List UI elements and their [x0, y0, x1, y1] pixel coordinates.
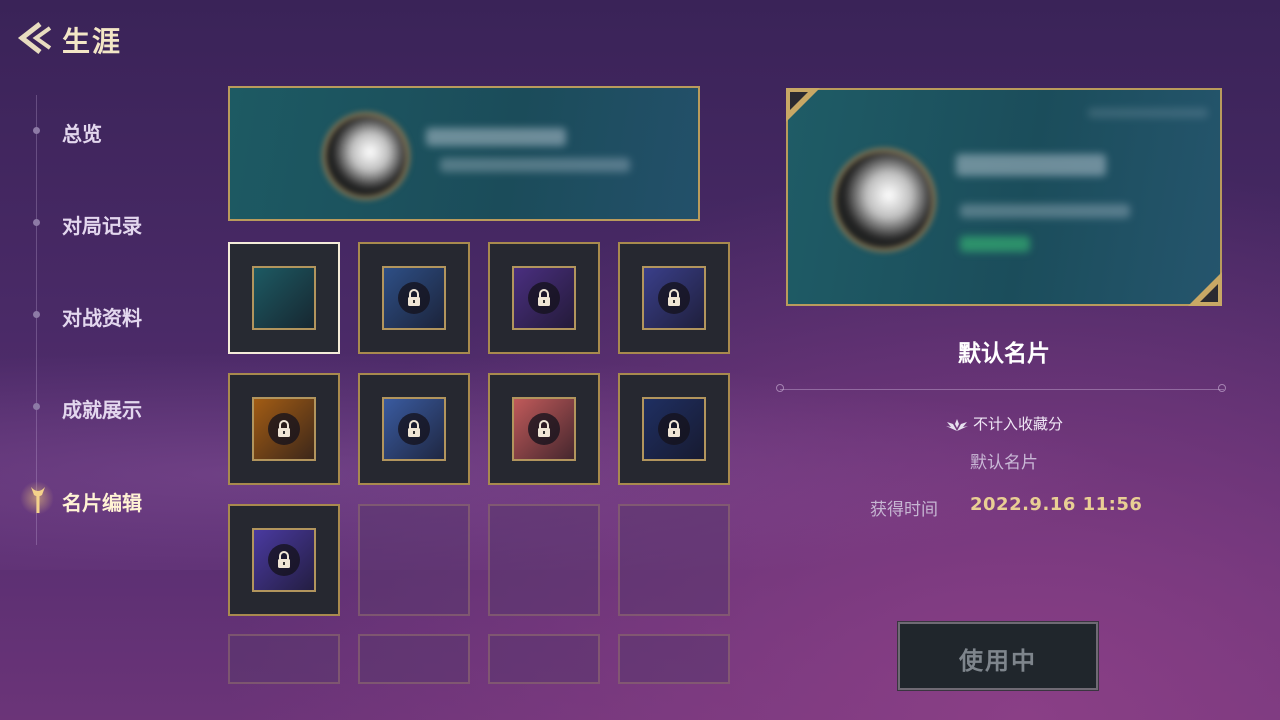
- blurred-name: [426, 128, 566, 146]
- sidebar-item-label: 对局记录: [62, 214, 142, 238]
- sidebar-item-card-edit[interactable]: 名片编辑: [20, 481, 196, 521]
- lock-icon: [268, 413, 300, 445]
- lock-icon: [528, 413, 560, 445]
- nav-dot-icon: [33, 219, 40, 226]
- card-slot[interactable]: [488, 242, 600, 354]
- nav-dot-icon: [33, 403, 40, 410]
- card-slot[interactable]: [228, 373, 340, 485]
- card-slot[interactable]: [618, 373, 730, 485]
- collection-note-text: 不计入收藏分: [972, 415, 1063, 433]
- back-button[interactable]: [14, 18, 54, 58]
- nav-dot-icon: [33, 311, 40, 318]
- avatar: [322, 112, 410, 200]
- lock-icon: [658, 413, 690, 445]
- sidebar-item-label: 对战资料: [62, 306, 142, 330]
- card-thumbnail: [252, 266, 316, 330]
- blurred-info: [960, 204, 1130, 218]
- avatar: [832, 148, 936, 252]
- lock-icon: [398, 413, 430, 445]
- sidebar-item-match-history[interactable]: 对局记录: [26, 204, 196, 244]
- empty-card-slot: [488, 504, 600, 616]
- empty-card-slot: [618, 634, 730, 684]
- obtained-time-value: 2022.9.16 11:56: [970, 494, 1143, 515]
- sidebar-item-label: 成就展示: [62, 398, 142, 422]
- card-slot[interactable]: [488, 373, 600, 485]
- lock-icon: [268, 544, 300, 576]
- sidebar-item-battle-stats[interactable]: 对战资料: [26, 296, 196, 336]
- divider-node-icon: [1218, 384, 1226, 392]
- sidebar-item-achievements[interactable]: 成就展示: [26, 388, 196, 428]
- card-slot[interactable]: [618, 242, 730, 354]
- profile-card-preview-small: [228, 86, 700, 221]
- card-sub-name: 默认名片: [970, 453, 1038, 473]
- corner-ornament-icon: [786, 88, 820, 122]
- empty-card-slot: [358, 634, 470, 684]
- lock-icon: [658, 282, 690, 314]
- empty-card-slot: [488, 634, 600, 684]
- obtained-time-label: 获得时间: [870, 500, 938, 520]
- blurred-name: [956, 154, 1106, 176]
- lock-icon: [398, 282, 430, 314]
- crest-icon: [945, 418, 968, 431]
- empty-card-slot: [358, 504, 470, 616]
- blurred-corner-text: [1088, 108, 1208, 118]
- nav-dot-icon: [33, 127, 40, 134]
- card-slot[interactable]: [228, 242, 340, 354]
- card-slot[interactable]: [358, 373, 470, 485]
- card-slot[interactable]: [228, 504, 340, 616]
- page-title: 生涯: [62, 25, 123, 58]
- profile-card-preview-large: [786, 88, 1222, 306]
- divider-node-icon: [776, 384, 784, 392]
- lock-icon: [528, 282, 560, 314]
- back-arrow-icon: [17, 22, 52, 54]
- in-use-button-label: 使用中: [959, 647, 1037, 675]
- torch-icon: [31, 487, 45, 513]
- corner-ornament-icon: [1188, 272, 1222, 306]
- card-slot[interactable]: [358, 242, 470, 354]
- blurred-info: [440, 158, 630, 172]
- empty-card-slot: [618, 504, 730, 616]
- collection-note: 不计入收藏分: [786, 413, 1222, 434]
- empty-card-slot: [228, 634, 340, 684]
- in-use-button[interactable]: 使用中: [897, 621, 1099, 691]
- selected-card-name: 默认名片: [958, 341, 1050, 367]
- sidebar-item-overview[interactable]: 总览: [26, 112, 196, 152]
- divider: [780, 389, 1224, 390]
- sidebar-item-label: 总览: [62, 122, 102, 146]
- blurred-status: [960, 236, 1030, 252]
- sidebar-item-label: 名片编辑: [62, 491, 142, 515]
